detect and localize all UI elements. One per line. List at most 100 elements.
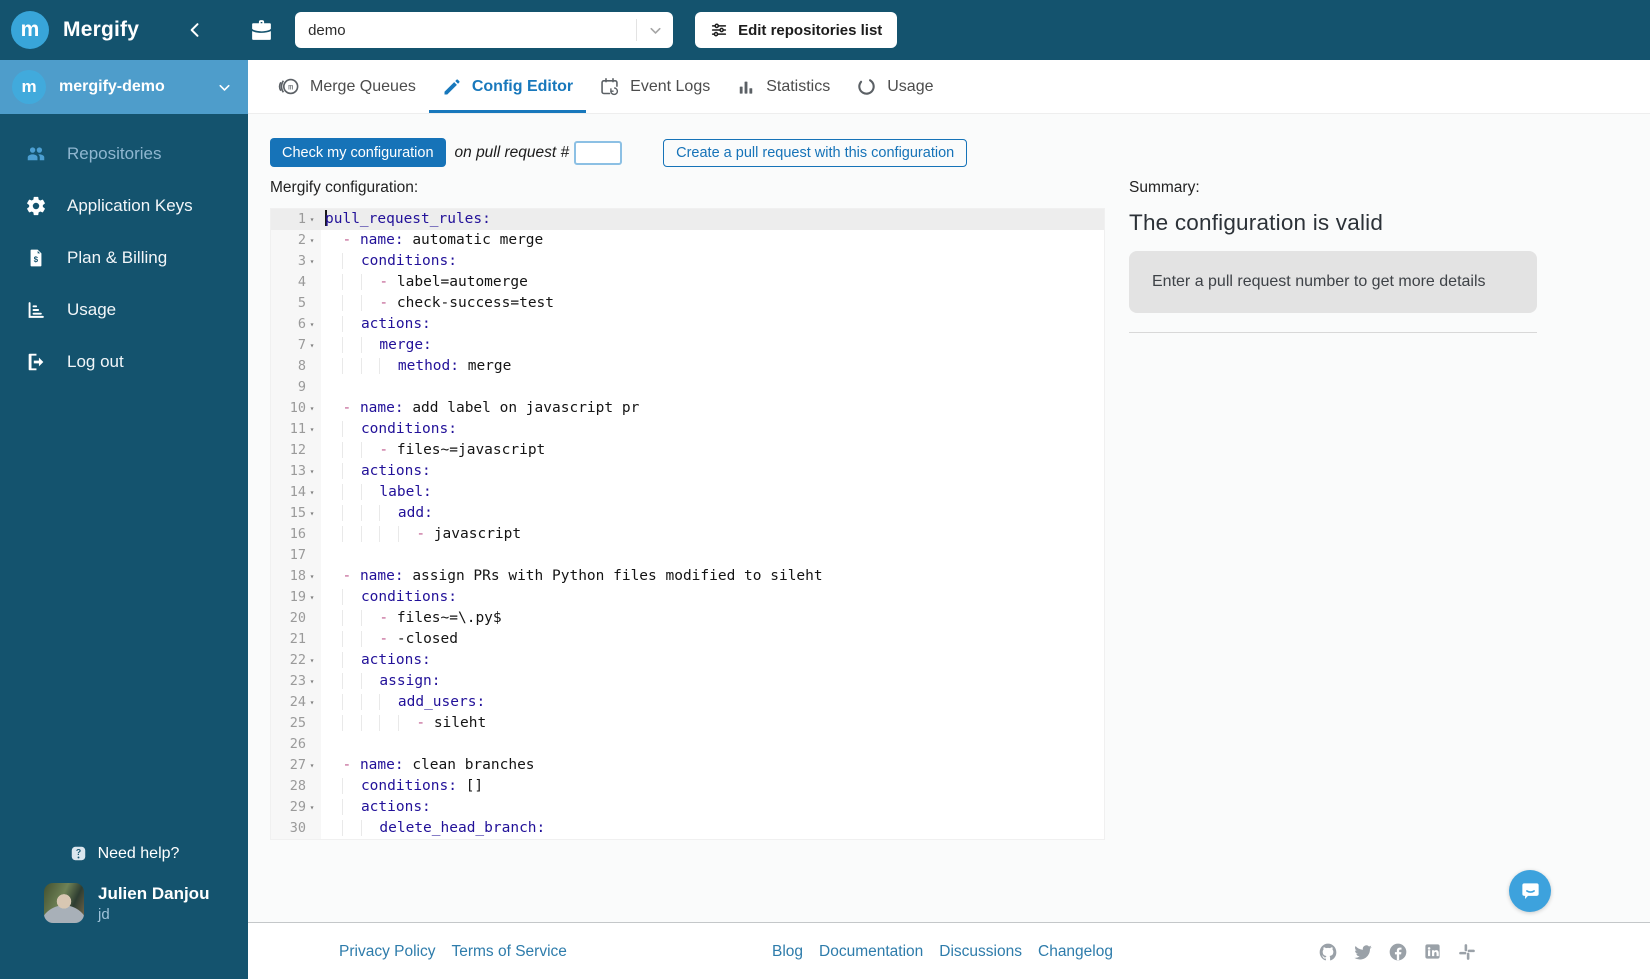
tab-statistics[interactable]: Statistics — [723, 60, 843, 113]
chevron-down-icon[interactable] — [637, 22, 673, 39]
sidebar-item-log-out[interactable]: Log out — [0, 336, 248, 388]
editor-line: 22▾ actions: — [271, 650, 1104, 671]
footer-link-terms-of-service[interactable]: Terms of Service — [451, 943, 566, 961]
line-gutter: 7▾ — [271, 335, 321, 356]
chat-widget-button[interactable] — [1509, 870, 1551, 912]
line-number: 13 — [271, 461, 306, 482]
create-pull-request-button[interactable]: Create a pull request with this configur… — [663, 139, 967, 167]
code-line-content[interactable]: label: — [321, 482, 1104, 503]
editor-line: 13▾ actions: — [271, 461, 1104, 482]
editor-line: 27▾ - name: clean branches — [271, 755, 1104, 776]
code-line-content[interactable]: actions: — [321, 461, 1104, 482]
footer-link-privacy-policy[interactable]: Privacy Policy — [339, 943, 435, 961]
code-line-content[interactable]: actions: — [321, 797, 1104, 818]
fold-toggle-icon[interactable]: ▾ — [306, 692, 318, 713]
line-gutter: 24▾ — [271, 692, 321, 713]
org-switcher[interactable]: m mergify-demo — [0, 60, 248, 114]
editor-line: 28 conditions: [] — [271, 776, 1104, 797]
code-line-content[interactable]: conditions: — [321, 587, 1104, 608]
footer-link-documentation[interactable]: Documentation — [819, 943, 923, 961]
fold-toggle-icon[interactable]: ▾ — [306, 398, 318, 419]
tab-usage[interactable]: Usage — [843, 60, 946, 113]
footer-link-discussions[interactable]: Discussions — [939, 943, 1022, 961]
code-line-content[interactable]: - name: add label on javascript pr — [321, 398, 1104, 419]
edit-repositories-button[interactable]: Edit repositories list — [695, 12, 897, 48]
sidebar-item-application-keys[interactable]: Application Keys — [0, 180, 248, 232]
user-menu[interactable]: Julien Danjou jd — [44, 883, 209, 923]
fold-toggle-icon[interactable]: ▾ — [306, 671, 318, 692]
code-line-content[interactable]: - sileht — [321, 713, 1104, 734]
repository-select[interactable]: demo — [295, 12, 673, 48]
github-icon[interactable] — [1318, 942, 1338, 962]
code-line-content[interactable]: conditions: — [321, 251, 1104, 272]
code-line-content[interactable]: - check-success=test — [321, 293, 1104, 314]
code-line-content[interactable]: actions: — [321, 650, 1104, 671]
twitter-icon[interactable] — [1353, 942, 1373, 962]
code-line-content[interactable]: - name: automatic merge — [321, 230, 1104, 251]
facebook-icon[interactable] — [1388, 942, 1408, 962]
mergify-logo: m — [11, 11, 49, 49]
fold-toggle-icon[interactable]: ▾ — [306, 650, 318, 671]
fold-toggle-icon[interactable]: ▾ — [306, 461, 318, 482]
code-line-content[interactable]: add_users: — [321, 692, 1104, 713]
code-line-content[interactable]: - files~=\.py$ — [321, 608, 1104, 629]
code-line-content[interactable]: conditions: — [321, 419, 1104, 440]
code-line-content[interactable]: - name: clean branches — [321, 755, 1104, 776]
code-line-content[interactable] — [321, 545, 1104, 566]
editor-line: 17 — [271, 545, 1104, 566]
code-line-content[interactable]: - label=automerge — [321, 272, 1104, 293]
code-line-content[interactable]: merge: — [321, 335, 1104, 356]
sidebar-item-label: Log out — [67, 352, 124, 372]
editor-line: 30 delete_head_branch: — [271, 818, 1104, 839]
fold-toggle-icon[interactable]: ▾ — [306, 503, 318, 524]
fold-toggle-icon[interactable]: ▾ — [306, 566, 318, 587]
fold-toggle-icon[interactable]: ▾ — [306, 482, 318, 503]
pencil-icon — [442, 77, 462, 97]
code-line-content[interactable]: add: — [321, 503, 1104, 524]
code-line-content[interactable]: pull_request_rules: — [321, 209, 1104, 230]
code-line-content[interactable]: assign: — [321, 671, 1104, 692]
code-line-content[interactable] — [321, 377, 1104, 398]
code-line-content[interactable]: method: merge — [321, 356, 1104, 377]
config-editor[interactable]: 1▾pull_request_rules:2▾ - name: automati… — [270, 208, 1105, 840]
fold-toggle-icon[interactable]: ▾ — [306, 209, 318, 230]
code-line-content[interactable]: - name: assign PRs with Python files mod… — [321, 566, 1104, 587]
fold-toggle-icon[interactable]: ▾ — [306, 251, 318, 272]
editor-line: 10▾ - name: add label on javascript pr — [271, 398, 1104, 419]
config-valid-status: The configuration is valid — [1129, 210, 1537, 236]
tab-event-logs[interactable]: Event Logs — [586, 60, 723, 113]
tab-merge-queues[interactable]: mMerge Queues — [264, 60, 429, 113]
fold-toggle-icon[interactable]: ▾ — [306, 587, 318, 608]
code-line-content[interactable]: - -closed — [321, 629, 1104, 650]
fold-toggle-icon[interactable]: ▾ — [306, 230, 318, 251]
fold-toggle-icon[interactable]: ▾ — [306, 755, 318, 776]
fold-toggle-icon[interactable]: ▾ — [306, 335, 318, 356]
footer-link-blog[interactable]: Blog — [772, 943, 803, 961]
fold-toggle-icon[interactable]: ▾ — [306, 797, 318, 818]
sidebar-item-plan-billing[interactable]: $Plan & Billing — [0, 232, 248, 284]
line-number: 4 — [271, 272, 306, 293]
line-number: 30 — [271, 818, 306, 839]
pull-request-number-input[interactable] — [574, 141, 622, 165]
code-line-content[interactable]: conditions: [] — [321, 776, 1104, 797]
editor-line: 5 - check-success=test — [271, 293, 1104, 314]
sidebar-item-usage[interactable]: Usage — [0, 284, 248, 336]
organization-icon[interactable] — [249, 18, 274, 43]
code-line-content[interactable]: actions: — [321, 314, 1104, 335]
code-line-content[interactable]: - files~=javascript — [321, 440, 1104, 461]
footer-link-changelog[interactable]: Changelog — [1038, 943, 1113, 961]
linkedin-icon[interactable] — [1423, 942, 1442, 961]
check-configuration-button[interactable]: Check my configuration — [270, 138, 446, 167]
editor-line: 9 — [271, 377, 1104, 398]
collapse-sidebar-button[interactable] — [185, 20, 205, 40]
code-line-content[interactable]: - javascript — [321, 524, 1104, 545]
slack-icon[interactable] — [1457, 942, 1477, 962]
code-line-content[interactable]: delete_head_branch: — [321, 818, 1104, 839]
line-number: 10 — [271, 398, 306, 419]
need-help-button[interactable]: ? Need help? — [0, 844, 248, 863]
code-line-content[interactable] — [321, 734, 1104, 755]
fold-toggle-icon[interactable]: ▾ — [306, 314, 318, 335]
tab-config-editor[interactable]: Config Editor — [429, 60, 586, 113]
sidebar-item-repositories[interactable]: Repositories — [0, 128, 248, 180]
fold-toggle-icon[interactable]: ▾ — [306, 419, 318, 440]
